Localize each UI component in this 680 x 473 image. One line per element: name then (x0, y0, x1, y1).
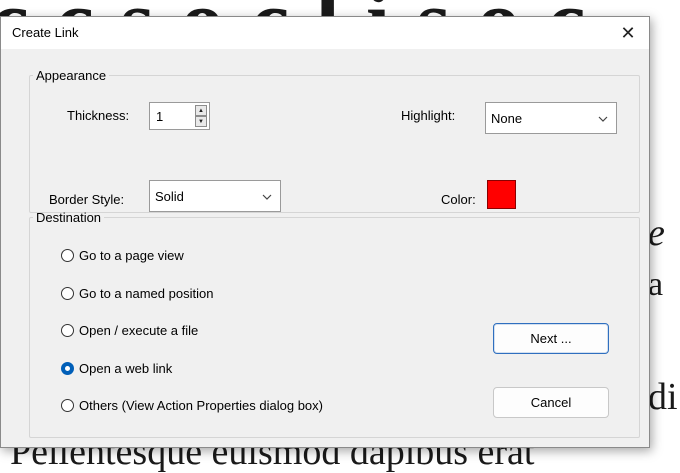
thickness-value: 1 (156, 109, 164, 124)
chevron-down-icon (262, 194, 272, 200)
radio-button[interactable] (61, 323, 74, 337)
radio-open-web-link[interactable]: Open a web link (61, 359, 172, 377)
color-label: Color: (441, 192, 476, 207)
radio-go-to-page-view[interactable]: Go to a page view (61, 246, 184, 264)
highlight-value: None (491, 111, 523, 126)
highlight-label: Highlight: (401, 108, 456, 123)
thickness-label: Thickness: (67, 108, 130, 123)
radio-label: Open a web link (79, 360, 173, 376)
background-document-text: e (648, 212, 665, 254)
radio-button[interactable] (61, 398, 74, 412)
radio-button[interactable] (61, 248, 74, 262)
dialog-titlebar[interactable]: Create Link ✕ (1, 17, 649, 49)
appearance-legend: Appearance (36, 68, 107, 83)
radio-open-execute-file[interactable]: Open / execute a file (61, 321, 198, 339)
radio-button-selected[interactable] (61, 361, 74, 375)
background-document-text: a (648, 266, 664, 303)
spin-up-icon[interactable]: ▲ (195, 105, 207, 116)
radio-label: Go to a named position (79, 285, 214, 301)
color-swatch[interactable] (487, 180, 516, 209)
radio-others[interactable]: Others (View Action Properties dialog bo… (61, 396, 323, 414)
next-button[interactable]: Next ... (493, 323, 609, 354)
border-style-value: Solid (155, 189, 184, 204)
radio-label: Others (View Action Properties dialog bo… (79, 397, 323, 413)
create-link-dialog: Create Link ✕ Appearance Thickness: 1 ▲ … (0, 16, 650, 448)
radio-label: Go to a page view (79, 247, 184, 263)
border-style-select[interactable]: Solid (149, 180, 281, 212)
destination-legend: Destination (36, 210, 102, 225)
background-document-text: di (648, 376, 678, 418)
dialog-title: Create Link (12, 25, 79, 40)
radio-label: Open / execute a file (79, 322, 199, 338)
border-style-label: Border Style: (49, 192, 125, 207)
thickness-spinbox[interactable]: 1 ▲ ▼ (149, 102, 210, 130)
radio-button[interactable] (61, 286, 74, 300)
radio-go-to-named-position[interactable]: Go to a named position (61, 284, 213, 302)
cancel-button[interactable]: Cancel (493, 387, 609, 418)
highlight-select[interactable]: None (485, 102, 617, 134)
close-icon[interactable]: ✕ (607, 17, 649, 49)
spin-down-icon[interactable]: ▼ (195, 116, 207, 127)
chevron-down-icon (598, 116, 608, 122)
